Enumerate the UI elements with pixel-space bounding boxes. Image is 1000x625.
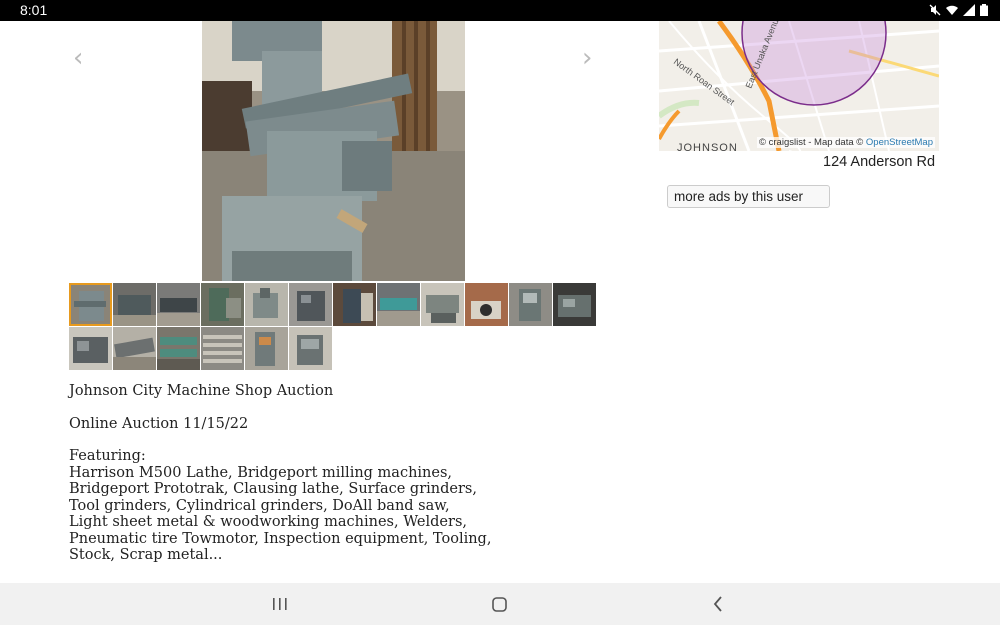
wifi-icon	[946, 4, 958, 20]
map-street-label-unaka: East Unaka Avenue	[744, 21, 783, 90]
featuring-line: Tool grinders, Cylindrical grinders, DoA…	[69, 497, 450, 514]
thumbnail-row	[69, 283, 599, 326]
mute-icon	[929, 4, 941, 20]
osm-link[interactable]: OpenStreetMap	[866, 137, 933, 148]
status-time: 8:01	[20, 2, 48, 18]
thumbnail-1[interactable]	[69, 283, 112, 326]
thumbnail-strip	[69, 283, 599, 371]
thumbnail-5[interactable]	[245, 283, 288, 326]
map-street-label-north-roan: North Roan Street	[672, 57, 737, 108]
home-icon[interactable]	[488, 593, 512, 615]
featuring-line: Light sheet metal & woodworking machines…	[69, 514, 467, 530]
thumbnail-12[interactable]	[553, 283, 596, 326]
thumbnail-4[interactable]	[201, 283, 244, 326]
thumbnail-10[interactable]	[465, 283, 508, 326]
battery-icon	[980, 4, 988, 20]
thumbnail-7[interactable]	[333, 283, 376, 326]
map-attribution: © craigslist - Map data © OpenStreetMap	[757, 137, 935, 148]
featuring-line: Pneumatic tire Towmotor, Inspection equi…	[69, 530, 492, 547]
featuring-line: Bridgeport Prototrak, Clausing lathe, Su…	[69, 481, 477, 497]
posting-title: Johnson City Machine Shop Auction	[69, 383, 334, 399]
more-ads-button[interactable]: more ads by this user	[667, 185, 830, 208]
thumbnail-18[interactable]	[289, 327, 332, 370]
signal-icon	[963, 4, 975, 20]
navigation-bar	[0, 583, 1000, 625]
thumbnail-14[interactable]	[113, 327, 156, 370]
thumbnail-3[interactable]	[157, 283, 200, 326]
featuring-line: Stock, Scrap metal...	[69, 547, 223, 563]
location-map[interactable]: North Roan Street East Unaka Avenue JOHN…	[659, 21, 939, 151]
thumbnail-9[interactable]	[421, 283, 464, 326]
thumbnail-16[interactable]	[201, 327, 244, 370]
recent-apps-icon[interactable]	[268, 593, 292, 615]
thumbnail-11[interactable]	[509, 283, 552, 326]
posting-subtitle: Online Auction 11/15/22	[69, 415, 249, 432]
thumbnail-row	[69, 327, 599, 370]
photo-gallery: ‹ ›	[68, 21, 598, 283]
thumbnail-13[interactable]	[69, 327, 112, 370]
map-attribution-text: © craigslist - Map data ©	[759, 137, 866, 148]
posting-body: Johnson City Machine Shop Auction Online…	[69, 383, 589, 564]
thumbnail-8[interactable]	[377, 283, 420, 326]
featuring-line: Harrison M500 Lathe, Bridgeport milling …	[69, 464, 453, 481]
posting-address: 124 Anderson Rd	[823, 154, 936, 170]
gallery-prev-arrow[interactable]: ‹	[73, 43, 83, 73]
featuring-label: Featuring:	[69, 448, 146, 464]
gallery-next-arrow[interactable]: ›	[582, 43, 592, 73]
map-city-label: JOHNSON	[677, 142, 738, 151]
map-street-labels: North Roan Street East Unaka Avenue JOHN…	[672, 21, 783, 151]
thumbnail-2[interactable]	[113, 283, 156, 326]
posting-featuring: Featuring: Harrison M500 Lathe, Bridgepo…	[69, 448, 589, 564]
status-icons	[929, 4, 988, 20]
main-photo[interactable]	[202, 21, 465, 281]
milling-machine-photo	[202, 21, 465, 281]
thumbnail-15[interactable]	[157, 327, 200, 370]
status-bar: 8:01	[0, 0, 1000, 21]
thumbnail-17[interactable]	[245, 327, 288, 370]
back-icon[interactable]	[707, 593, 731, 615]
thumbnail-6[interactable]	[289, 283, 332, 326]
